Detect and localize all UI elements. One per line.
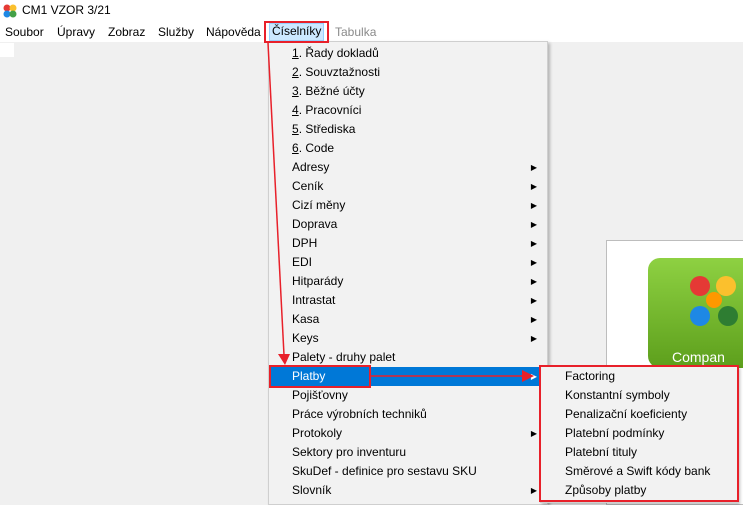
item-label: Sektory pro inventuru (292, 445, 407, 459)
submenu-arrow-icon: ▶ (530, 258, 537, 267)
dropdown-item-skudef[interactable]: SkuDef - definice pro sestavu SKU (271, 462, 545, 481)
dropdown-item-kasa[interactable]: Kasa ▶ (271, 310, 545, 329)
submenu-arrow-icon: ▶ (530, 201, 537, 210)
submenu-arrow-icon: ▶ (530, 277, 537, 286)
item-shortcut: 3 (292, 84, 299, 98)
dropdown-item-slovnik[interactable]: Slovník ▶ (271, 481, 545, 500)
item-label: Slovník (292, 483, 332, 497)
dropdown-item-keys[interactable]: Keys ▶ (271, 329, 545, 348)
menu-tabulka[interactable]: Tabulka (333, 24, 378, 40)
item-label: Keys (292, 331, 319, 345)
submenu-arrow-icon: ▶ (530, 429, 537, 438)
highlight-box-ciselniky (264, 21, 329, 43)
dropdown-item-protokoly[interactable]: Protokoly ▶ (271, 424, 545, 443)
dropdown-item-sektory[interactable]: Sektory pro inventuru (271, 443, 545, 462)
dropdown-item-doprava[interactable]: Doprava ▶ (271, 215, 545, 234)
highlight-box-submenu (539, 365, 739, 502)
dropdown-item-cenik[interactable]: Ceník ▶ (271, 177, 545, 196)
menu-zobraz[interactable]: Zobraz (106, 24, 147, 40)
item-label: Kasa (292, 312, 320, 326)
item-label: Práce výrobních techniků (292, 407, 427, 421)
item-label: . Code (298, 141, 335, 155)
logo-text: Compan (672, 349, 725, 365)
dropdown-item-edi[interactable]: EDI ▶ (271, 253, 545, 272)
dropdown-item-dph[interactable]: DPH ▶ (271, 234, 545, 253)
menu-upravy[interactable]: Úpravy (55, 24, 97, 40)
menu-sluzby[interactable]: Služby (156, 24, 196, 40)
menu-soubor[interactable]: Soubor (3, 24, 46, 40)
highlight-box-platby (269, 365, 371, 388)
item-label: Ceník (292, 179, 324, 193)
item-label: Cizí měny (292, 198, 346, 212)
dropdown-item-pracovnici[interactable]: 4. Pracovníci (271, 101, 545, 120)
item-label: Protokoly (292, 426, 343, 440)
item-label: . Pracovníci (298, 103, 362, 117)
submenu-arrow-icon: ▶ (530, 315, 537, 324)
dropdown-item-cizi-meny[interactable]: Cizí měny ▶ (271, 196, 545, 215)
item-shortcut: 4 (292, 103, 299, 117)
dropdown-item-souvztaznosti[interactable]: 2. Souvztažnosti (271, 63, 545, 82)
item-label: Hitparády (292, 274, 344, 288)
item-shortcut: 6 (292, 141, 299, 155)
dropdown-item-rady-dokladu[interactable]: 1. Řady dokladů (271, 44, 545, 63)
title-bar: CM1 VZOR 3/21 (0, 0, 743, 22)
dropdown-item-prace-vyrobnich-techniku[interactable]: Práce výrobních techniků (271, 405, 545, 424)
submenu-arrow-icon: ▶ (530, 220, 537, 229)
menu-napoveda[interactable]: Nápověda (204, 24, 263, 40)
gears-icon (690, 276, 738, 326)
item-label: EDI (292, 255, 313, 269)
submenu-arrow-icon: ▶ (530, 334, 537, 343)
item-label: Pojišťovny (292, 388, 348, 402)
item-label: Adresy (292, 160, 330, 174)
dropdown-item-intrastat[interactable]: Intrastat ▶ (271, 291, 545, 310)
item-label: . Souvztažnosti (298, 65, 381, 79)
submenu-arrow-icon: ▶ (530, 296, 537, 305)
item-shortcut: 1 (292, 46, 299, 60)
window-title: CM1 VZOR 3/21 (22, 3, 111, 17)
dropdown-item-pojistovny[interactable]: Pojišťovny (271, 386, 545, 405)
submenu-arrow-icon: ▶ (530, 486, 537, 495)
dropdown-item-adresy[interactable]: Adresy ▶ (271, 158, 545, 177)
item-label: Doprava (292, 217, 338, 231)
item-label: DPH (292, 236, 318, 250)
app-icon (3, 4, 17, 18)
dropdown-item-hitparady[interactable]: Hitparády ▶ (271, 272, 545, 291)
item-shortcut: 5 (292, 122, 299, 136)
item-label: . Řady dokladů (298, 46, 379, 60)
submenu-arrow-icon: ▶ (530, 239, 537, 248)
item-label: . Střediska (298, 122, 356, 136)
item-label: Intrastat (292, 293, 336, 307)
submenu-arrow-icon: ▶ (530, 182, 537, 191)
dropdown-item-strediska[interactable]: 5. Střediska (271, 120, 545, 139)
submenu-arrow-icon: ▶ (530, 372, 537, 381)
item-label: . Běžné účty (298, 84, 365, 98)
item-label: SkuDef - definice pro sestavu SKU (292, 464, 477, 478)
submenu-arrow-icon: ▶ (530, 163, 537, 172)
dropdown-item-code[interactable]: 6. Code (271, 139, 545, 158)
item-shortcut: 2 (292, 65, 299, 79)
menu-bar: Soubor Úpravy Zobraz Služby Nápověda Čís… (0, 22, 743, 42)
document-tab[interactable] (0, 43, 14, 57)
dropdown-item-bezne-ucty[interactable]: 3. Běžné účty (271, 82, 545, 101)
ciselniky-dropdown: 1. Řady dokladů 2. Souvztažnosti 3. Běžn… (268, 41, 548, 505)
